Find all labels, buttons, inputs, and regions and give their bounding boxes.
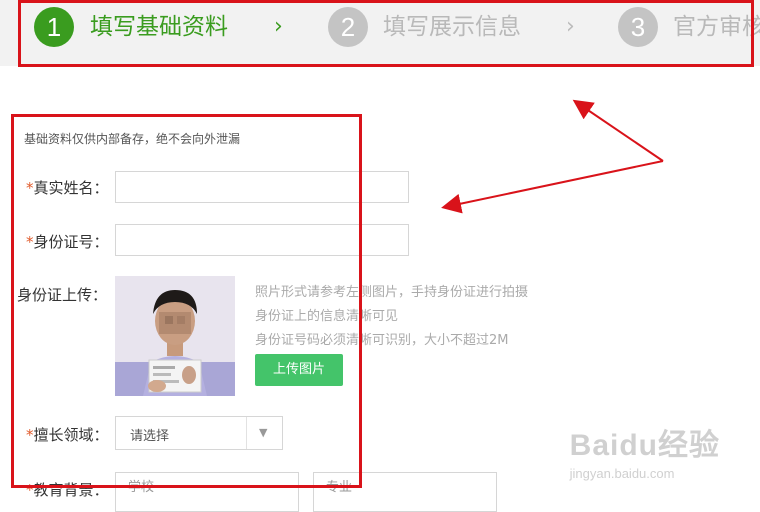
watermark-sub: jingyan.baidu.com — [569, 466, 675, 481]
watermark-main: Baidu经验 — [569, 429, 720, 462]
baidu-watermark: Baidu经验 jingyan.baidu.com — [570, 420, 720, 481]
